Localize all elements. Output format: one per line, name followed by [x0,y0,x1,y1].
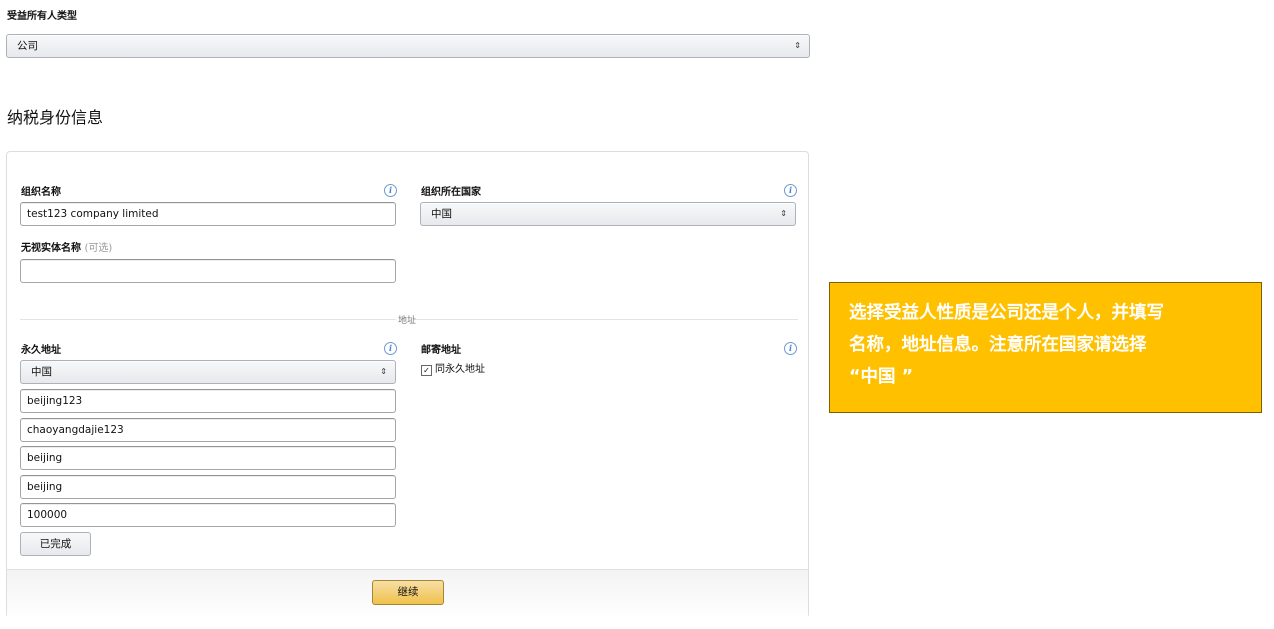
checkbox-checked-icon[interactable]: ✓ [421,365,432,376]
address-line1-input[interactable]: beijing123 [20,389,396,413]
postal-code-input[interactable]: 100000 [20,503,396,527]
same-address-option[interactable]: ✓ 同永久地址 [421,364,485,376]
divider-line [20,319,396,320]
beneficiary-type-select[interactable]: 公司 ⇕ [6,34,810,58]
org-country-select[interactable]: 中国 ⇕ [420,202,796,226]
select-arrows-icon: ⇕ [380,367,387,376]
mailing-address-label: 邮寄地址 [421,345,461,356]
info-icon[interactable]: i [784,342,797,355]
permanent-country-value: 中国 [31,366,52,378]
disregarded-entity-label: 无视实体名称 (可选) [21,239,112,254]
info-icon[interactable]: i [784,184,797,197]
info-icon[interactable]: i [384,184,397,197]
disregarded-entity-label-text: 无视实体名称 [21,243,81,254]
permanent-address-label: 永久地址 [21,345,61,356]
optional-hint: (可选) [84,243,113,254]
beneficiary-type-value: 公司 [17,40,38,52]
disregarded-entity-input[interactable] [20,259,396,283]
org-country-label: 组织所在国家 [421,187,481,198]
address-line2-input[interactable]: chaoyangdajie123 [20,418,396,442]
select-arrows-icon: ⇕ [780,209,787,218]
same-address-label: 同永久地址 [435,364,485,375]
org-country-value: 中国 [431,208,452,220]
instruction-note: 选择受益人性质是公司还是个人，并填写 名称，地址信息。注意所在国家请选择 “中国… [829,282,1262,413]
note-line-2: 名称，地址信息。注意所在国家请选择 [849,335,1147,355]
select-arrows-icon: ⇕ [794,41,801,50]
note-line-3: “中国 ” [849,367,914,387]
permanent-country-select[interactable]: 中国 ⇕ [20,360,396,384]
continue-button[interactable]: 继续 [372,580,444,605]
state-input[interactable]: beijing [20,475,396,499]
city-input[interactable]: beijing [20,446,396,470]
beneficiary-type-label: 受益所有人类型 [7,11,77,22]
org-name-input[interactable]: test123 company limited [20,202,396,226]
divider-line [414,319,798,320]
org-name-label: 组织名称 [21,187,61,198]
done-button[interactable]: 已完成 [20,532,91,556]
address-divider-label: 地址 [397,316,416,326]
section-title: 纳税身份信息 [7,108,104,127]
note-line-1: 选择受益人性质是公司还是个人，并填写 [849,303,1164,323]
info-icon[interactable]: i [384,342,397,355]
